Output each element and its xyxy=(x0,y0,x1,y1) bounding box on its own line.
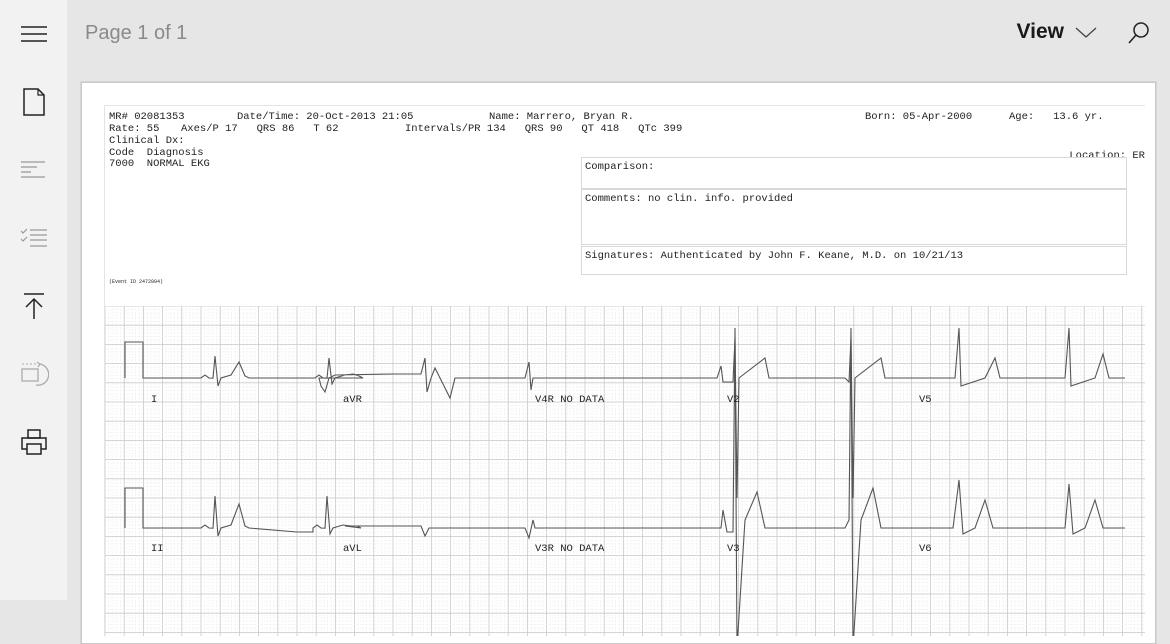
lead-label: V2 xyxy=(727,394,740,406)
event-id: (Event ID 2472804) xyxy=(109,279,164,285)
date-time: Date/Time: 20-Oct-2013 21:05 xyxy=(237,111,414,123)
lead-label: V3R NO DATA xyxy=(535,543,605,555)
comparison-box: Comparison: xyxy=(581,157,1127,189)
intervals: Intervals/PR 134 QRS 90 QT 418 QTc 399 xyxy=(405,123,683,135)
comparison-label: Comparison: xyxy=(585,161,655,173)
comments-box: Comments: no clin. info. provided xyxy=(581,189,1127,245)
print-button[interactable] xyxy=(0,418,67,466)
menu-button[interactable] xyxy=(0,10,67,58)
page-view-button[interactable] xyxy=(0,78,67,126)
lead-label: I xyxy=(151,394,158,406)
align-lines-icon xyxy=(20,161,45,178)
search-button[interactable] xyxy=(1126,20,1152,51)
rate: Rate: 55 xyxy=(109,123,160,135)
page-indicator: Page 1 of 1 xyxy=(85,22,188,44)
ecg-trace-row-2 xyxy=(124,327,1125,644)
lead-label: aVR xyxy=(343,394,362,406)
lead-label: II xyxy=(151,543,164,555)
view-menu-button[interactable]: View xyxy=(1017,20,1098,44)
text-alignment-button[interactable] xyxy=(0,146,67,194)
signatures-box: Signatures: Authenticated by John F. Kea… xyxy=(581,246,1127,275)
document-icon xyxy=(22,88,45,116)
ecg-tracing: I aVR V4R NO DATA V2 V5 II aVL V3R NO DA… xyxy=(104,305,1145,644)
born-date: Born: 05-Apr-2000 xyxy=(865,111,973,123)
lead-label: aVL xyxy=(343,543,362,555)
signatures-text: Signatures: Authenticated by John F. Kea… xyxy=(585,250,964,262)
arrow-up-to-line-icon xyxy=(23,293,44,319)
hamburger-menu-icon xyxy=(20,26,47,42)
lead-label: V5 xyxy=(919,394,932,406)
clinical-dx: Clinical Dx: xyxy=(109,135,185,147)
ecg-grid xyxy=(104,305,1145,636)
mr-number: MR# 02081353 xyxy=(109,111,185,123)
list-view-button[interactable] xyxy=(0,214,67,262)
search-icon xyxy=(1128,22,1149,44)
printer-icon xyxy=(20,429,47,455)
document-viewer[interactable]: MR# 02081353 Date/Time: 20-Oct-2013 21:0… xyxy=(67,68,1170,644)
patient-name: Name: Marrero, Bryan R. xyxy=(489,111,634,123)
rotate-page-icon xyxy=(20,361,49,386)
sidebar xyxy=(0,0,68,600)
ecg-trace-row-1 xyxy=(124,327,1125,499)
lead-label: V3 xyxy=(727,543,740,555)
chevron-down-icon xyxy=(1075,27,1097,38)
checklist-icon xyxy=(20,228,47,247)
lead-label: V6 xyxy=(919,543,932,555)
comments-text: Comments: no clin. info. provided xyxy=(585,193,793,205)
diagnosis-row: 7000 NORMAL EKG xyxy=(109,158,210,170)
go-to-top-button[interactable] xyxy=(0,282,67,330)
ecg-grid-and-traces xyxy=(104,305,1145,644)
rotate-button[interactable] xyxy=(0,350,67,398)
toolbar: Page 1 of 1 View xyxy=(67,0,1170,68)
lead-label: V4R NO DATA xyxy=(535,394,605,406)
view-label: View xyxy=(1016,20,1064,43)
age: Age: 13.6 yr. xyxy=(1009,111,1104,123)
document-page: MR# 02081353 Date/Time: 20-Oct-2013 21:0… xyxy=(81,82,1156,644)
ecg-report: MR# 02081353 Date/Time: 20-Oct-2013 21:0… xyxy=(104,105,1145,644)
axes: Axes/P 17 QRS 86 T 62 xyxy=(181,123,339,135)
